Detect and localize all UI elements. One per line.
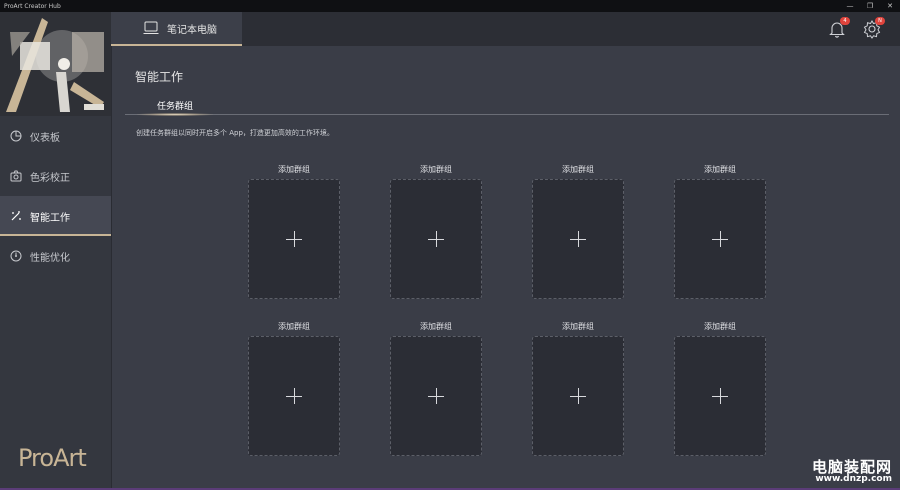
group-label: 添加群组 (278, 322, 310, 331)
tab-bar: 任务群组 (125, 96, 889, 116)
group-label: 添加群组 (562, 322, 594, 331)
plus-icon (570, 231, 586, 247)
group-label: 添加群组 (420, 322, 452, 331)
add-group-button[interactable] (248, 179, 340, 299)
pie-chart-icon (10, 130, 22, 142)
sidebar-item-dashboard[interactable]: 仪表板 (0, 116, 111, 156)
laptop-icon (143, 21, 159, 38)
sidebar-item-label: 性能优化 (30, 252, 70, 264)
sidebar-nav: 仪表板 色彩校正 智能工作 性能优化 (0, 116, 111, 276)
minimize-button[interactable]: — (840, 0, 860, 12)
add-group-button[interactable] (532, 336, 624, 456)
add-group-button[interactable] (674, 179, 766, 299)
notification-button[interactable]: 4 (827, 17, 850, 39)
task-group-slot: 添加群组 (248, 321, 340, 456)
notification-badge: 4 (840, 17, 850, 25)
group-label: 添加群组 (278, 165, 310, 174)
add-group-button[interactable] (248, 336, 340, 456)
color-calibration-icon (10, 170, 22, 182)
group-label: 添加群组 (704, 322, 736, 331)
sidebar: 仪表板 色彩校正 智能工作 性能优化 ProArt (0, 12, 112, 490)
tab-label: 笔记本电脑 (167, 25, 217, 36)
watermark-text: 电脑装配网 (811, 458, 892, 476)
window-title: ProArt Creator Hub (4, 2, 61, 10)
add-group-button[interactable] (532, 179, 624, 299)
task-group-slot: 添加群组 (674, 164, 766, 299)
magic-wand-icon (10, 210, 22, 222)
gauge-icon (10, 250, 22, 262)
group-label: 添加群组 (420, 165, 452, 174)
hero-artwork (0, 12, 111, 116)
task-group-slot: 添加群组 (674, 321, 766, 456)
plus-icon (286, 231, 302, 247)
window-controls: — ❐ ✕ (840, 0, 900, 12)
main-content: 智能工作 任务群组 创建任务群组以同时开启多个 App，打造更加高效的工作环境。… (111, 46, 900, 490)
task-group-slot: 添加群组 (532, 164, 624, 299)
tab-laptop[interactable]: 笔记本电脑 (111, 12, 242, 46)
plus-icon (570, 388, 586, 404)
plus-icon (428, 388, 444, 404)
sidebar-item-performance[interactable]: 性能优化 (0, 236, 111, 276)
restore-button[interactable]: ❐ (860, 0, 880, 12)
page-title: 智能工作 (135, 70, 184, 84)
watermark: 电脑装配网 www.dnzp.com (812, 460, 892, 484)
add-group-button[interactable] (390, 179, 482, 299)
sidebar-item-label: 智能工作 (30, 212, 70, 224)
top-bar: 笔记本电脑 4 N (111, 12, 900, 46)
close-button[interactable]: ✕ (880, 0, 900, 12)
task-group-slot: 添加群组 (532, 321, 624, 456)
add-group-button[interactable] (390, 336, 482, 456)
sidebar-item-label: 仪表板 (30, 132, 60, 144)
task-group-slot: 添加群组 (248, 164, 340, 299)
hero-illustration (0, 12, 111, 116)
add-group-button[interactable] (674, 336, 766, 456)
sidebar-item-label: 色彩校正 (30, 172, 70, 184)
task-group-slot: 添加群组 (390, 321, 482, 456)
plus-icon (428, 231, 444, 247)
plus-icon (712, 388, 728, 404)
watermark-url: www.dnzp.com (815, 474, 892, 484)
plus-icon (286, 388, 302, 404)
title-bar: ProArt Creator Hub — ❐ ✕ (0, 0, 900, 12)
task-group-slot: 添加群组 (390, 164, 482, 299)
sidebar-item-smart-work[interactable]: 智能工作 (0, 196, 111, 236)
page-description: 创建任务群组以同时开启多个 App，打造更加高效的工作环境。 (136, 129, 334, 137)
sidebar-item-color-calibration[interactable]: 色彩校正 (0, 156, 111, 196)
settings-badge: N (875, 17, 885, 25)
settings-button[interactable]: N (862, 17, 885, 39)
plus-icon (712, 231, 728, 247)
group-label: 添加群组 (704, 165, 736, 174)
group-label: 添加群组 (562, 165, 594, 174)
proart-logo: ProArt (18, 444, 87, 472)
tab-task-groups[interactable]: 任务群组 (137, 96, 213, 116)
